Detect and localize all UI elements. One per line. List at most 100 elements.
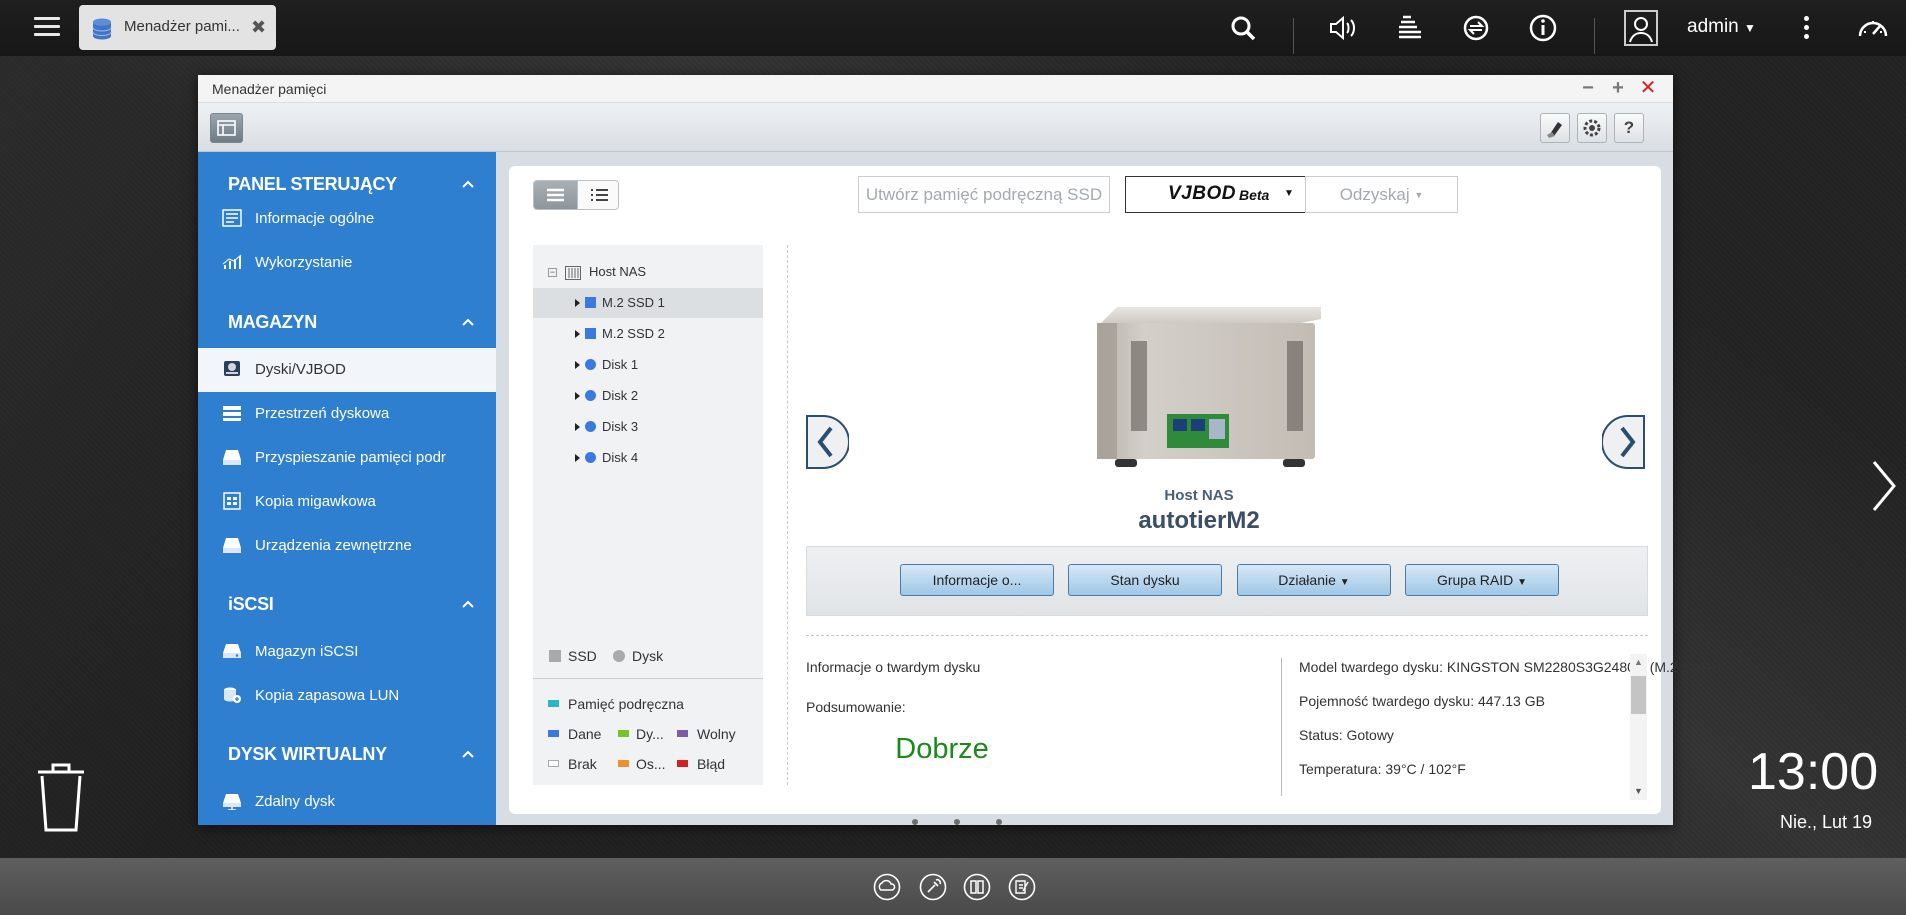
volume-icon[interactable] [1325,10,1361,46]
sidebar-item-label: Dyski/VJBOD [255,361,346,378]
tools-icon[interactable] [919,873,947,901]
tree-node-disk-4[interactable]: Disk 4 [533,443,763,473]
sidebar-item-disks-vjbod[interactable]: Dyski/VJBOD [198,348,496,392]
tree-node-disk-2[interactable]: Disk 2 [533,381,763,411]
info-scrollbar[interactable]: ▲ ▼ [1630,654,1647,800]
close-tab-icon[interactable]: ✖ [251,17,266,38]
sidebar-item-cache-acceleration[interactable]: Przyspieszanie pamięci podr [198,436,496,480]
action-dropdown[interactable]: Działanie ▼ [1237,564,1391,596]
layout-toggle-button[interactable] [210,113,243,143]
disk-status-button[interactable]: Stan dysku [1068,564,1222,596]
notes-icon[interactable] [1008,873,1036,901]
chevron-up-icon[interactable] [462,748,474,760]
collapse-icon[interactable]: − [548,268,557,277]
more-options-icon[interactable] [1802,16,1810,42]
tree-node-m2-ssd-1[interactable]: M.2 SSD 1 [533,288,763,318]
tree-node-label: Disk 2 [602,388,639,403]
create-ssd-cache-button[interactable]: Utwórz pamięć podręczną SSD [858,176,1110,213]
desktop-page-dot[interactable] [954,819,960,825]
desktop-page-dot[interactable] [912,819,918,825]
maximize-icon[interactable]: + [1609,78,1627,98]
legend-swatch-dy [618,730,629,737]
expand-arrow-icon[interactable] [575,423,580,431]
recover-dropdown[interactable]: Odzyskaj ▼ [1305,176,1458,213]
expand-arrow-icon[interactable] [575,454,580,462]
graphical-view-button[interactable] [534,181,577,209]
section-header-control-panel[interactable]: PANEL STERUJĄCY [228,174,397,195]
action-label: Działanie [1278,572,1336,588]
sidebar-item-storage-space[interactable]: Przestrzeń dyskowa [198,392,496,436]
sidebar-item-utilization[interactable]: Wykorzystanie [198,241,496,285]
next-desktop-arrow-icon[interactable] [1870,458,1898,514]
sidebar: PANEL STERUJĄCY Informacje ogólne Wykorz… [198,152,496,825]
window-titlebar[interactable]: Menadżer pamięci − + ✕ [198,75,1673,103]
chevron-down-icon: ▼ [1744,21,1756,35]
legend-swatch-os [618,760,629,767]
background-tasks-icon[interactable] [1458,10,1494,46]
sidebar-item-snapshot[interactable]: Kopia migawkowa [198,480,496,524]
list-view-button[interactable] [577,181,618,209]
grid-view-icon [547,188,564,202]
main-content: Utwórz pamięć podręczną SSD VJBOD Beta ▼… [509,166,1721,814]
book-icon[interactable] [963,873,991,901]
desktop-page-dot[interactable] [996,819,1002,825]
user-avatar-icon[interactable] [1623,9,1659,49]
expand-arrow-icon[interactable] [575,330,580,338]
vjbod-dropdown[interactable]: VJBOD Beta ▼ [1125,176,1325,213]
dashboard-gauge-icon[interactable] [1855,10,1891,46]
disk-model: Model twardego dysku: KINGSTON SM2280S3G… [1299,659,1721,675]
info-button[interactable]: Informacje o... [900,564,1054,596]
sidebar-item-lun-backup[interactable]: Kopia zapasowa LUN [198,674,496,718]
disk-info-heading: Informacje o twardym dysku [806,659,981,675]
tree-node-disk-1[interactable]: Disk 1 [533,350,763,380]
help-icon[interactable]: ? [1614,113,1644,143]
beta-badge: Beta [1239,187,1270,203]
chevron-up-icon[interactable] [462,598,474,610]
tree-node-label: Disk 1 [602,357,639,372]
expand-arrow-icon[interactable] [575,361,580,369]
section-header-storage[interactable]: MAGAZYN [228,312,317,333]
info-icon[interactable] [1525,10,1561,46]
scroll-down-icon[interactable]: ▼ [1634,786,1643,796]
disk-capacity: Pojemność twardego dysku: 447.13 GB [1299,693,1545,709]
app-tab-storage-manager[interactable]: Menadżer pami... ✖ [79,5,276,50]
scroll-up-icon[interactable]: ▲ [1634,657,1643,667]
raid-group-dropdown[interactable]: Grupa RAID ▼ [1405,564,1559,596]
expand-arrow-icon[interactable] [575,392,580,400]
minimize-icon[interactable]: − [1579,78,1597,98]
section-header-virtual-disk[interactable]: DYSK WIRTUALNY [228,744,387,765]
search-icon[interactable] [1225,10,1261,46]
settings-button[interactable] [1577,113,1607,143]
hdd-icon [585,359,596,370]
user-menu[interactable]: admin ▼ [1687,16,1756,38]
sidebar-item-remote-disk[interactable]: Zdalny dysk [198,780,496,824]
legend-error-label: Błąd [697,756,726,772]
tree-node-label: Disk 3 [602,419,639,434]
expand-arrow-icon[interactable] [575,299,580,307]
next-device-button[interactable] [1602,412,1648,472]
section-header-iscsi[interactable]: iSCSI [228,594,274,615]
tree-node-label: M.2 SSD 1 [602,295,665,310]
user-name: admin [1687,16,1739,37]
legend-disk-label: Dysk [632,648,664,664]
tree-node-m2-ssd-2[interactable]: M.2 SSD 2 [533,319,763,349]
info-divider [806,635,1648,636]
previous-device-button[interactable] [803,412,849,472]
legend-swatch-free [677,730,688,737]
tree-node-disk-3[interactable]: Disk 3 [533,412,763,442]
sidebar-item-iscsi-storage[interactable]: Magazyn iSCSI [198,630,496,674]
trash-icon[interactable] [34,760,88,834]
sidebar-item-overview[interactable]: Informacje ogólne [198,197,496,241]
ssd-icon [585,297,596,308]
event-log-icon[interactable] [1392,10,1428,46]
close-icon[interactable]: ✕ [1639,78,1657,98]
chevron-up-icon[interactable] [462,178,474,190]
main-menu-icon[interactable] [28,12,66,42]
cloud-sync-icon[interactable] [873,873,901,901]
sidebar-item-external-devices[interactable]: Urządzenia zewnętrzne [198,524,496,568]
tree-root-host-nas[interactable]: − Host NAS [533,257,763,287]
chevron-up-icon[interactable] [462,316,474,328]
top-bar: Menadżer pami... ✖ admin ▼ [0,0,1906,56]
clean-button[interactable] [1540,113,1570,143]
scrollbar-thumb[interactable] [1631,676,1646,714]
